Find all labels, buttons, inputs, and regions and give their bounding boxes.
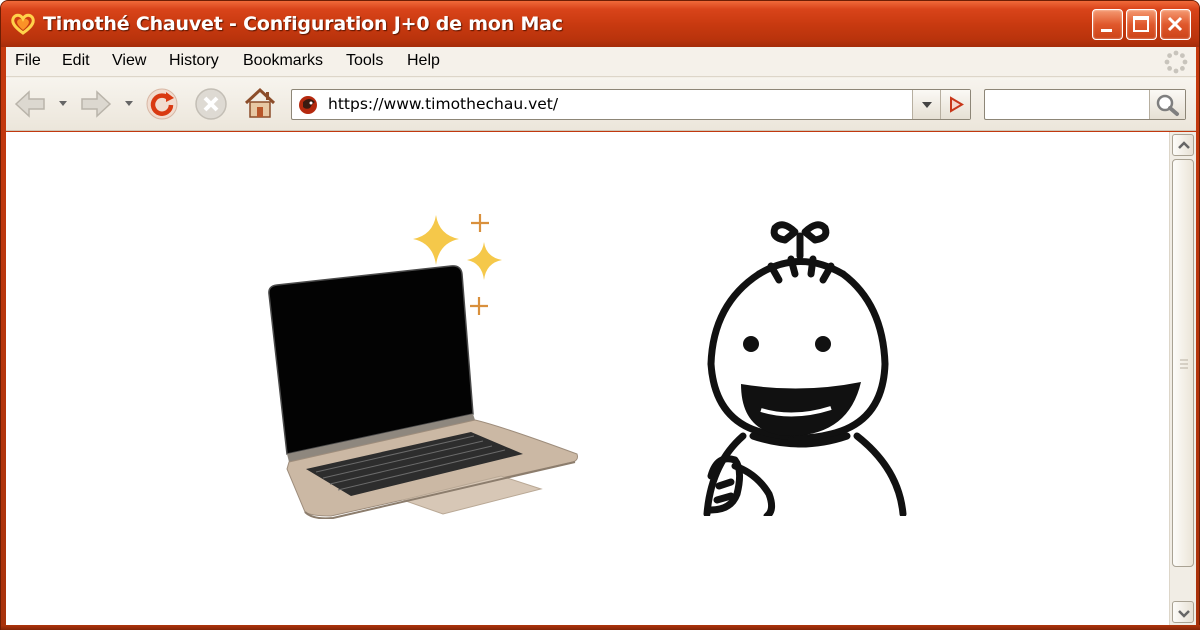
browser-logo-icon bbox=[11, 13, 35, 35]
url-history-dropdown[interactable] bbox=[912, 90, 940, 119]
menu-help[interactable]: Help bbox=[407, 52, 440, 70]
vertical-scrollbar[interactable] bbox=[1169, 132, 1196, 625]
maximize-icon bbox=[1133, 16, 1149, 32]
site-favicon-icon bbox=[299, 96, 317, 114]
menu-bookmarks[interactable]: Bookmarks bbox=[243, 52, 323, 70]
chevron-down-icon bbox=[1178, 610, 1190, 618]
search-input[interactable] bbox=[987, 92, 1147, 117]
browser-window: Timothé Chauvet - Configuration J+0 de m… bbox=[0, 0, 1200, 630]
laptop-illustration bbox=[268, 265, 578, 519]
search-button[interactable] bbox=[1149, 90, 1185, 119]
menu-file[interactable]: File bbox=[15, 52, 41, 70]
url-text[interactable]: https://www.timothechau.vet/ bbox=[328, 95, 558, 113]
scroll-down-button[interactable] bbox=[1172, 601, 1194, 623]
search-box[interactable] bbox=[984, 89, 1186, 120]
title-bar[interactable]: Timothé Chauvet - Configuration J+0 de m… bbox=[1, 1, 1199, 47]
menu-history[interactable]: History bbox=[169, 52, 219, 70]
address-bar[interactable]: https://www.timothechau.vet/ bbox=[291, 89, 971, 120]
menu-edit[interactable]: Edit bbox=[62, 52, 90, 70]
menu-tools[interactable]: Tools bbox=[346, 52, 383, 70]
close-icon bbox=[1167, 16, 1183, 32]
close-button[interactable] bbox=[1160, 9, 1191, 40]
chevron-up-icon bbox=[1178, 141, 1190, 149]
throbber-icon bbox=[1164, 50, 1188, 74]
menu-view[interactable]: View bbox=[112, 52, 146, 70]
maximize-button[interactable] bbox=[1126, 9, 1157, 40]
browser-chrome: File Edit View History Bookmarks Tools H… bbox=[6, 47, 1196, 131]
back-arrow-icon[interactable] bbox=[12, 87, 48, 121]
page-content bbox=[6, 132, 1169, 625]
menu-bar: File Edit View History Bookmarks Tools H… bbox=[6, 47, 1196, 77]
grip-icon bbox=[1180, 359, 1188, 369]
navigation-toolbar: https://www.timothechau.vet/ bbox=[6, 78, 1196, 131]
forward-dropdown-icon[interactable] bbox=[124, 100, 134, 108]
go-button[interactable] bbox=[940, 90, 970, 119]
magnifier-icon bbox=[1156, 94, 1179, 116]
window-title: Timothé Chauvet - Configuration J+0 de m… bbox=[43, 13, 563, 35]
reload-icon[interactable] bbox=[144, 86, 180, 122]
stop-icon[interactable] bbox=[194, 87, 228, 121]
forward-arrow-icon[interactable] bbox=[78, 87, 114, 121]
minimize-icon bbox=[1101, 29, 1112, 32]
cartoon-character-illustration bbox=[703, 221, 907, 516]
scroll-up-button[interactable] bbox=[1172, 134, 1194, 156]
scroll-thumb[interactable] bbox=[1172, 159, 1194, 567]
dropdown-arrow-icon bbox=[922, 102, 932, 108]
window-bottom-border bbox=[1, 625, 1200, 630]
minimize-button[interactable] bbox=[1092, 9, 1123, 40]
back-dropdown-icon[interactable] bbox=[58, 100, 68, 108]
go-arrow-icon bbox=[950, 96, 964, 113]
home-icon[interactable] bbox=[242, 85, 278, 121]
